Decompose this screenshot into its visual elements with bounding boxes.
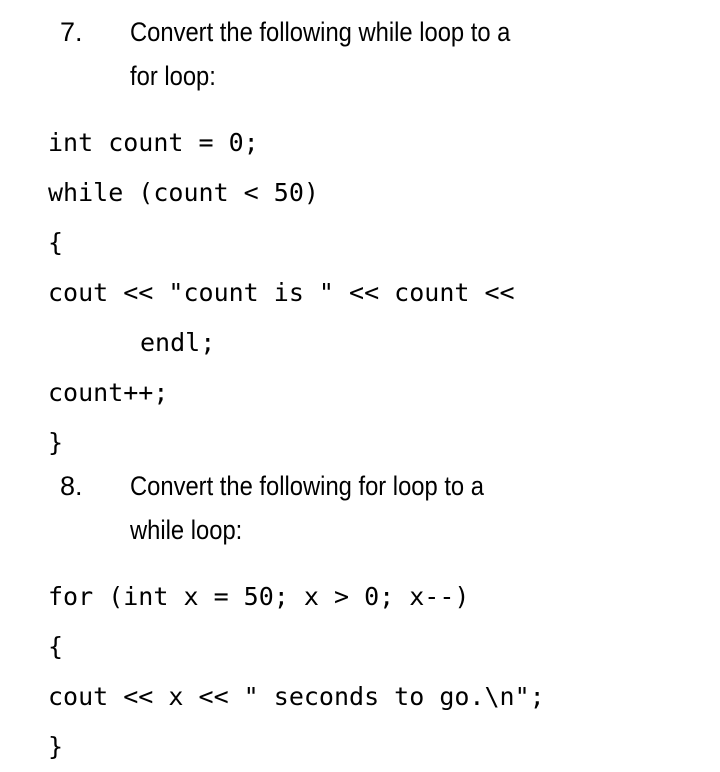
document-page: 7. Convert the following while loop to a… [0,0,720,767]
code-block-7: int count = 0; while (count < 50) { cout… [48,118,720,468]
code-line: } [48,732,64,761]
code-line: } [48,428,64,457]
code-line: int count = 0; [48,128,259,157]
question-prompt-8-line-1: Convert the following for loop to a [130,471,484,501]
code-line: cout << x << " seconds to go.\n"; [48,682,545,711]
code-line: count++; [48,378,169,407]
question-prompt-8: Convert the following for loop to a whil… [130,464,552,552]
question-number-7: 7. [60,17,83,47]
code-line: cout << "count is " << count << [48,278,515,307]
code-line: while (count < 50) [48,178,319,207]
code-line: for (int x = 50; x > 0; x--) [48,582,470,611]
code-line: { [48,632,64,661]
question-item-8: 8. Convert the following for loop to a w… [0,464,720,552]
question-prompt-7-line-1: Convert the following while loop to a [130,17,511,47]
code-line: { [48,228,64,257]
question-prompt-7: Convert the following while loop to a fo… [130,10,552,98]
question-item-7: 7. Convert the following while loop to a… [0,10,720,98]
question-prompt-7-line-2: for loop: [130,61,216,91]
question-number-8: 8. [60,471,83,501]
code-line-continuation: endl; [140,328,216,357]
code-block-8: for (int x = 50; x > 0; x--) { cout << x… [48,572,720,772]
question-prompt-8-line-2: while loop: [130,515,243,545]
